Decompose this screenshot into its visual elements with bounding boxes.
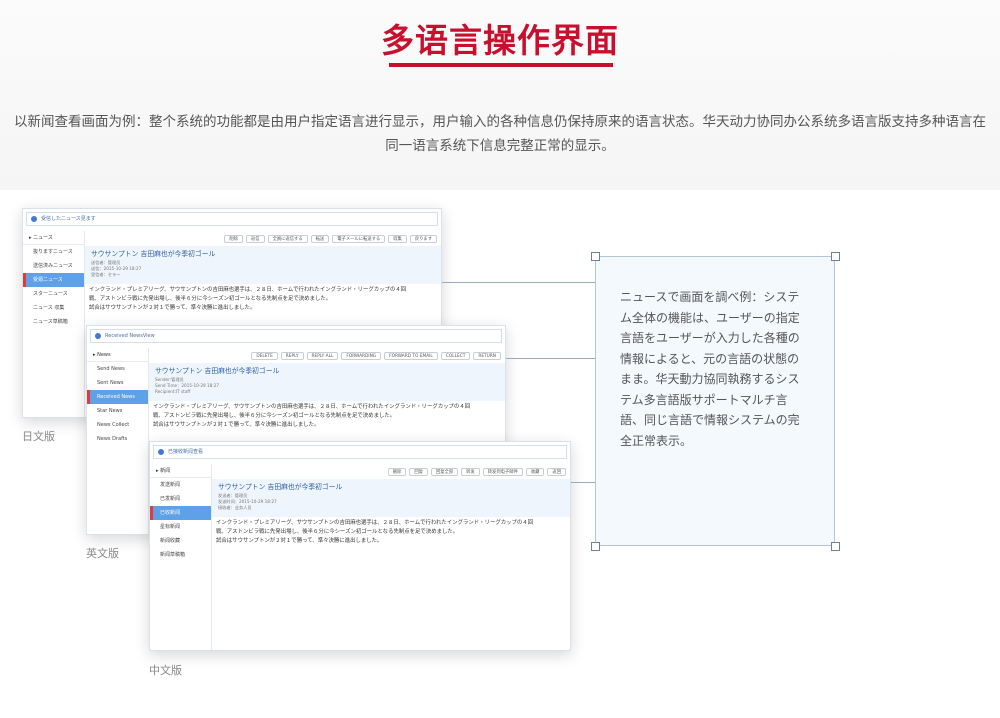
window-title: 受信したニュース見ます	[41, 216, 96, 222]
sidebar-item[interactable]: ニュース草稿箱	[23, 315, 84, 329]
window-icon	[158, 449, 164, 455]
sidebar-header[interactable]: ▸ ニュース	[23, 231, 84, 245]
window-icon	[31, 216, 37, 222]
sidebar-header[interactable]: ▸ News	[87, 348, 148, 362]
toolbar-button[interactable]: 削除	[224, 235, 243, 243]
caption-chinese: 中文版	[149, 664, 182, 677]
toolbar-button[interactable]: FORWARD TO EMAIL	[384, 352, 438, 360]
news-subject: サウサンプトン 吉田麻也が今季初ゴール	[155, 367, 280, 375]
news-meta: サウサンプトン 吉田麻也が今季初ゴール 送信者：管理员 送信：2015-10-29…	[85, 246, 441, 284]
toolbar-button[interactable]: 収集	[388, 235, 407, 243]
news-body: インクランド・プレミアリーグ、サウサンプトンの吉田麻也選手は、２８日、ホームで行…	[212, 519, 570, 546]
leader-line	[571, 482, 595, 483]
sidebar-item[interactable]: 抜りますニュース	[23, 245, 84, 259]
sidebar-item[interactable]: Sent News	[87, 376, 148, 390]
news-meta: サウサンプトン 吉田麻也が今季初ゴール Sender:管理员 Send Time：…	[149, 363, 505, 401]
resize-handle-top-left	[591, 252, 600, 261]
resize-handle-bottom-left	[591, 542, 600, 551]
resize-handle-bottom-right	[831, 542, 840, 551]
news-view: 删除 回复 回复全部 转发 转发到电子邮件 收藏 返回 サウサンプトン 吉田麻也が今季初ゴー…	[212, 464, 570, 650]
window-titlebar: 受信したニュース見ます	[26, 212, 438, 226]
callout-text: ニュースで画面を調べ例：システム全体の機能は、ユーザーの指定言語をユーザーが入力…	[620, 290, 800, 448]
leader-line	[506, 358, 595, 359]
toolbar-button[interactable]: 電子メールに転送する	[332, 235, 386, 243]
sidebar: ▸ News Send News Sent News Received News St…	[87, 348, 149, 534]
news-body: インクランド・プレミアリーグ、サウサンプトンの吉田麻也選手は、２８日、ホームで行…	[85, 286, 441, 313]
sidebar-item[interactable]: News Collect	[87, 418, 148, 432]
toolbar-button[interactable]: 转发到电子邮件	[482, 468, 523, 476]
window-titlebar: 已接收新闻查看	[153, 445, 567, 459]
page-description: 以新闻查看画面为例：整个系统的功能都是由用户指定语言进行显示，用户输入的各种信息…	[14, 114, 986, 154]
news-meta: サウサンプトン 吉田麻也が今季初ゴール 发送者：管理员 发送时间：2015-10-…	[212, 479, 570, 517]
chinese-window: 已接收新闻查看 ▸ 新闻 发送新闻 已发新闻 已收新闻 星标新闻 新闻收藏 新闻草稿箱 删…	[149, 441, 571, 651]
window-title: 已接收新闻查看	[168, 449, 204, 455]
window-icon	[95, 333, 101, 339]
caption-english: 英文版	[86, 547, 119, 560]
toolbar-button[interactable]: 收藏	[525, 468, 545, 476]
toolbar-button[interactable]: DELETE	[251, 352, 278, 360]
sidebar-item[interactable]: 新闻草稿箱	[150, 548, 211, 562]
sidebar-item[interactable]: News Drafts	[87, 432, 148, 446]
sidebar-item[interactable]: Send News	[87, 362, 148, 376]
sidebar-item[interactable]: 星标新闻	[150, 520, 211, 534]
sidebar-item[interactable]: 已收新闻	[150, 506, 211, 520]
sidebar-item[interactable]: 受領ニュース	[23, 273, 84, 287]
toolbar-button[interactable]: COLLECT	[440, 352, 471, 360]
window-title: Received NewsView	[105, 333, 155, 339]
toolbar-button[interactable]: 返回	[547, 468, 566, 476]
explanation-callout: ニュースで画面を調べ例：システム全体の機能は、ユーザーの指定言語をユーザーが入力…	[595, 256, 835, 546]
sidebar-item[interactable]: Star News	[87, 404, 148, 418]
toolbar-button[interactable]: 全員に返信する	[267, 235, 308, 243]
sidebar: ▸ 新闻 发送新闻 已发新闻 已收新闻 星标新闻 新闻收藏 新闻草稿箱	[150, 464, 212, 650]
sidebar-header[interactable]: ▸ 新闻	[150, 464, 211, 478]
body-line: インクランド・プレミアリーグ、サウサンプトンの吉田麻也選手は、２８日、ホームで行…	[153, 404, 471, 410]
window-titlebar: Received NewsView	[90, 329, 502, 343]
news-body: インクランド・プレミアリーグ、サウサンプトンの吉田麻也選手は、２８日、ホームで行…	[149, 403, 505, 430]
meta-line: 接收者：业务人员	[218, 505, 252, 510]
toolbar-button[interactable]: REPLY	[280, 352, 304, 360]
title-underline	[389, 63, 613, 67]
toolbar-button[interactable]: 删除	[387, 468, 407, 476]
resize-handle-top-right	[831, 252, 840, 261]
sidebar-item[interactable]: 已发新闻	[150, 492, 211, 506]
toolbar-button[interactable]: 回复全部	[430, 468, 459, 476]
toolbar-button[interactable]: 转发	[461, 468, 480, 476]
toolbar-button[interactable]: 転送	[310, 235, 330, 243]
news-subject: サウサンプトン 吉田麻也が今季初ゴール	[218, 483, 343, 491]
body-line: 戦、アストンビラ戦に先発出場し、後半６分に今シーズン初ゴールとなる先制点を足で決…	[89, 296, 332, 302]
toolbar-button[interactable]: FORWARDING	[341, 352, 382, 360]
sidebar-item[interactable]: 新闻收藏	[150, 534, 211, 548]
news-subject: サウサンプトン 吉田麻也が今季初ゴール	[91, 250, 216, 258]
sidebar-item[interactable]: ニュース 収集	[23, 301, 84, 315]
toolbar-button[interactable]: RETURN	[473, 352, 501, 360]
body-line: インクランド・プレミアリーグ、サウサンプトンの吉田麻也選手は、２８日、ホームで行…	[89, 287, 407, 293]
toolbar-button[interactable]: 回复	[409, 468, 428, 476]
meta-line: Recipient:IT staff	[155, 389, 191, 394]
sidebar: ▸ ニュース 抜りますニュース 送信済みニュース 受領ニュース スターニュース ニュース…	[23, 231, 85, 417]
caption-japanese: 日文版	[22, 430, 55, 443]
toolbar-button[interactable]: 返信	[245, 235, 265, 243]
sidebar-item[interactable]: 发送新闻	[150, 478, 211, 492]
body-line: 試合はサウサンプトンが２対１で勝って、準々決勝に進出しました。	[89, 305, 256, 311]
toolbar-button[interactable]: 戻ります	[409, 235, 437, 243]
sidebar-item[interactable]: スターニュース	[23, 287, 84, 301]
sidebar-item[interactable]: 送信済みニュース	[23, 259, 84, 273]
toolbar-button[interactable]: REPLY ALL	[306, 352, 339, 360]
body-line: 試合はサウサンプトンが２対１で勝って、準々決勝に進出しました。	[216, 538, 383, 544]
sidebar-item[interactable]: Received News	[87, 390, 148, 404]
leader-line	[442, 282, 595, 283]
meta-line: 受信者：セラー	[91, 272, 121, 277]
body-line: 戦、アストンビラ戦に先発出場し、後半６分に今シーズン初ゴールとなる先制点を足で決…	[153, 413, 396, 419]
page-title: 多语言操作界面	[381, 21, 619, 60]
body-line: インクランド・プレミアリーグ、サウサンプトンの吉田麻也選手は、２８日、ホームで行…	[216, 520, 534, 526]
body-line: 試合はサウサンプトンが２対１で勝って、準々決勝に進出しました。	[153, 422, 320, 428]
body-line: 戦、アストンビラ戦に先発出場し、後半６分に今シーズン初ゴールとなる先制点を足で決…	[216, 529, 459, 535]
